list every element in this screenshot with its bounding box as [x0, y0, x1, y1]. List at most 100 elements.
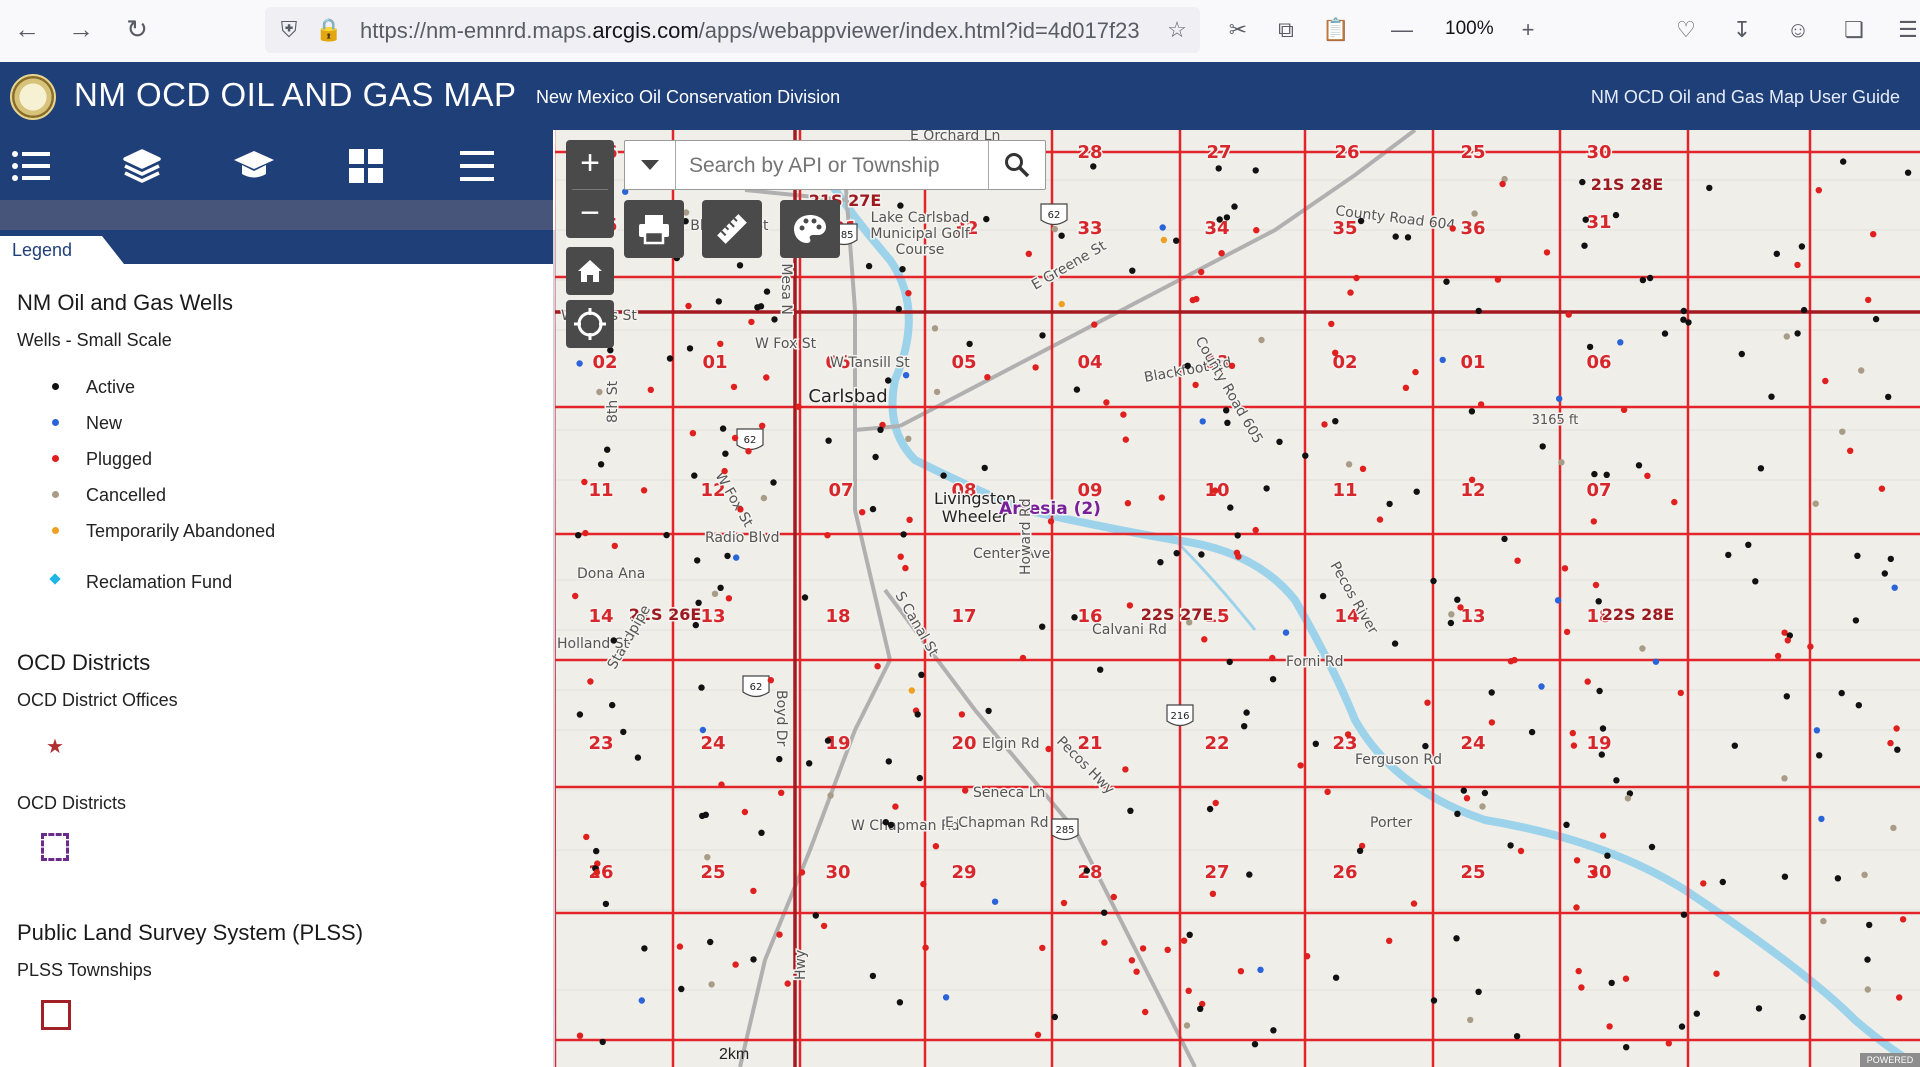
well-point[interactable]	[587, 678, 594, 685]
well-point[interactable]	[1639, 645, 1646, 652]
well-point[interactable]	[902, 564, 909, 572]
well-point[interactable]	[1218, 250, 1225, 257]
well-point[interactable]	[719, 425, 727, 432]
well-point[interactable]	[1818, 815, 1825, 823]
well-point[interactable]	[932, 843, 940, 850]
copy-icon[interactable]: ⧉	[1272, 16, 1300, 44]
well-point[interactable]	[1578, 984, 1585, 991]
well-point[interactable]	[704, 854, 711, 861]
well-point[interactable]	[1893, 725, 1900, 732]
well-point[interactable]	[1646, 274, 1654, 282]
well-point[interactable]	[737, 506, 744, 513]
well-point[interactable]	[1199, 418, 1206, 425]
well-point[interactable]	[596, 388, 603, 396]
back-icon[interactable]: ←	[12, 14, 42, 44]
well-point[interactable]	[576, 711, 584, 718]
well-point[interactable]	[1838, 689, 1845, 697]
well-point[interactable]	[1488, 719, 1496, 726]
well-point[interactable]	[1439, 356, 1446, 364]
well-point[interactable]	[1039, 332, 1046, 339]
well-point[interactable]	[1866, 921, 1873, 929]
well-point[interactable]	[1224, 419, 1231, 426]
well-point[interactable]	[763, 374, 770, 381]
well-point[interactable]	[771, 316, 778, 323]
well-point[interactable]	[1816, 752, 1823, 759]
well-point[interactable]	[1680, 307, 1688, 315]
well-point[interactable]	[1556, 395, 1563, 402]
well-point[interactable]	[1812, 500, 1819, 507]
well-point[interactable]	[1124, 500, 1132, 507]
well-point[interactable]	[1328, 320, 1335, 328]
well-point[interactable]	[905, 435, 912, 442]
well-point[interactable]	[593, 847, 600, 855]
well-point[interactable]	[1223, 407, 1230, 414]
well-point[interactable]	[1142, 1008, 1149, 1016]
well-point[interactable]	[1192, 381, 1199, 389]
well-point[interactable]	[942, 994, 950, 1001]
well-point[interactable]	[1392, 233, 1399, 240]
well-point[interactable]	[1227, 504, 1234, 511]
well-point[interactable]	[593, 869, 601, 876]
well-point[interactable]	[1058, 232, 1065, 239]
user-guide-link[interactable]: NM OCD Oil and Gas Map User Guide	[1591, 87, 1900, 108]
well-point[interactable]	[1773, 250, 1781, 257]
well-point[interactable]	[1376, 516, 1384, 523]
well-point[interactable]	[1173, 237, 1180, 244]
well-point[interactable]	[717, 340, 724, 347]
well-point[interactable]	[647, 386, 654, 393]
map-view[interactable]: 2635293132333435362827262530310201060504…	[555, 130, 1920, 1067]
well-point[interactable]	[1595, 598, 1602, 605]
well-point[interactable]	[1091, 321, 1098, 328]
well-point[interactable]	[1468, 408, 1476, 415]
well-point[interactable]	[1270, 1027, 1277, 1034]
well-point[interactable]	[638, 997, 645, 1004]
well-point[interactable]	[877, 426, 884, 433]
well-point[interactable]	[1460, 787, 1467, 794]
well-point[interactable]	[1881, 570, 1889, 577]
lock-icon[interactable]: 🔒	[315, 16, 343, 44]
well-point[interactable]	[1324, 788, 1331, 795]
well-point[interactable]	[1755, 1005, 1763, 1012]
well-point[interactable]	[1243, 709, 1250, 716]
well-point[interactable]	[1449, 225, 1456, 232]
well-point[interactable]	[1160, 236, 1168, 244]
well-point[interactable]	[750, 956, 757, 963]
well-point[interactable]	[1263, 485, 1270, 492]
well-point[interactable]	[1345, 461, 1353, 468]
well-point[interactable]	[1197, 1005, 1204, 1012]
well-point[interactable]	[1752, 578, 1759, 585]
tab-legend[interactable]: Legend	[0, 236, 124, 264]
well-point[interactable]	[1047, 518, 1055, 525]
well-point[interactable]	[1864, 986, 1872, 993]
well-point[interactable]	[678, 985, 685, 993]
well-point[interactable]	[1501, 535, 1508, 543]
well-point[interactable]	[715, 298, 722, 305]
well-point[interactable]	[1183, 1022, 1191, 1029]
well-point[interactable]	[1282, 629, 1290, 636]
well-point[interactable]	[1157, 559, 1164, 566]
well-point[interactable]	[1180, 937, 1188, 944]
well-point[interactable]	[1471, 210, 1478, 217]
well-point[interactable]	[1558, 459, 1565, 466]
well-point[interactable]	[1693, 1010, 1701, 1017]
well-point[interactable]	[1159, 224, 1166, 231]
well-point[interactable]	[1019, 654, 1027, 662]
well-point[interactable]	[1890, 824, 1897, 832]
well-point[interactable]	[597, 461, 605, 468]
well-point[interactable]	[758, 829, 765, 836]
well-point[interactable]	[1186, 931, 1193, 938]
well-point[interactable]	[610, 637, 617, 644]
well-point[interactable]	[748, 318, 755, 326]
well-point[interactable]	[604, 446, 611, 453]
well-point[interactable]	[1840, 158, 1847, 165]
well-point[interactable]	[572, 592, 579, 600]
well-point[interactable]	[1198, 268, 1205, 276]
well-point[interactable]	[874, 663, 881, 670]
well-point[interactable]	[1661, 330, 1669, 337]
well-point[interactable]	[1251, 1041, 1259, 1048]
well-point[interactable]	[1332, 349, 1339, 356]
well-point[interactable]	[1599, 725, 1607, 732]
well-point[interactable]	[1101, 939, 1108, 946]
well-point[interactable]	[1606, 1023, 1613, 1030]
well-point[interactable]	[1083, 867, 1090, 874]
